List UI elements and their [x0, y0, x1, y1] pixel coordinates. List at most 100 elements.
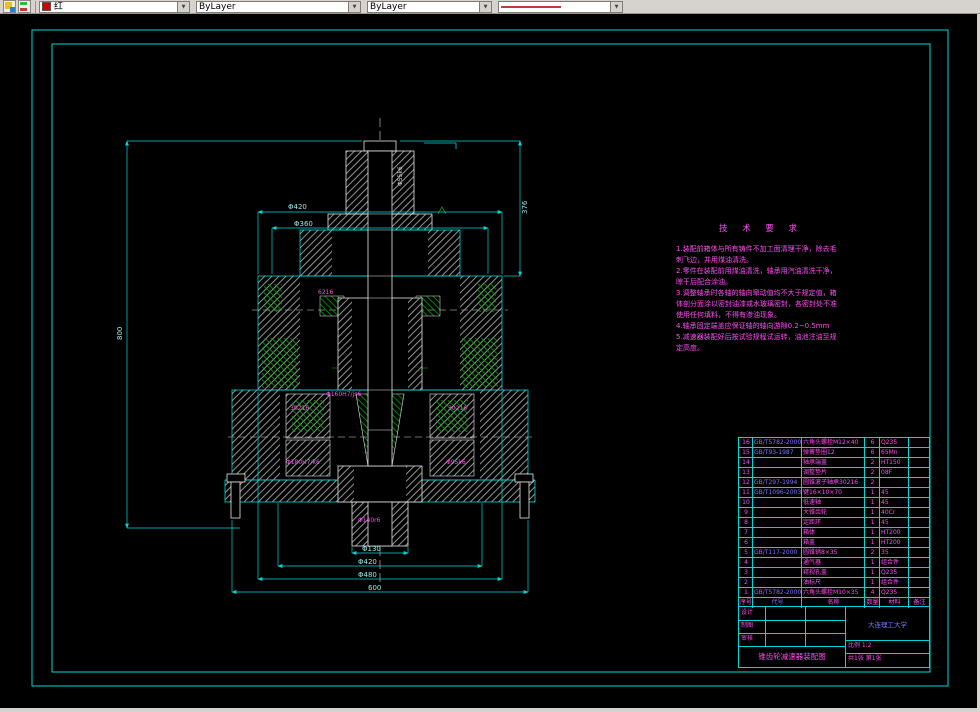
- cell-no: 1: [739, 588, 753, 597]
- label-hub-fit: Φ55k6: [397, 166, 404, 186]
- cell-material: Q235: [880, 568, 909, 577]
- cell-note: [909, 438, 929, 447]
- cell-qty: 1: [865, 528, 880, 537]
- cell-no: 4: [739, 558, 753, 567]
- label-bearing-left: 30216: [290, 405, 309, 412]
- dim-text-base-width: 600: [368, 584, 381, 592]
- cell-note: [909, 458, 929, 467]
- cell-material: 40Cr: [880, 508, 909, 517]
- chevron-down-icon[interactable]: ▼: [177, 1, 189, 12]
- lineweight-select[interactable]: ByLayer ▼: [367, 0, 492, 13]
- cell-qty: 2: [865, 468, 880, 477]
- cell-qty: 2: [865, 478, 880, 487]
- technical-requirement-line: 定高度。: [676, 344, 704, 352]
- cell-no: 7: [739, 528, 753, 537]
- cell-code: [753, 508, 802, 517]
- cell-qty: 6: [865, 448, 880, 457]
- cell-name: 键16×10×70: [802, 488, 865, 497]
- technical-requirement-line: 5.减速器装配好后按试验规程试运转，油池注油至规: [676, 333, 837, 341]
- cell-name: 圆锥滚子轴承30216: [802, 478, 865, 487]
- cell-note: [909, 468, 929, 477]
- cell-note: [909, 558, 929, 567]
- cell-name: 轴承端盖: [802, 458, 865, 467]
- cell-no: 8: [739, 518, 753, 527]
- cell-no: 5: [739, 548, 753, 557]
- cell-code: [753, 578, 802, 587]
- table-row: 16 GB/T5782-2000 六角头螺栓M12×40 6 Q235: [739, 438, 929, 448]
- dim-text-top-outer: Φ420: [288, 203, 307, 211]
- sheet-count-cell: 共1张 第1张: [848, 655, 882, 662]
- technical-requirement-line: 晾干后配合涂油。: [676, 278, 732, 286]
- label-fit-right: Φ95k6: [446, 459, 466, 466]
- cell-qty: 1: [865, 578, 880, 587]
- cell-name: 圆锥销8×35: [802, 548, 865, 557]
- cell-qty: 2: [865, 458, 880, 467]
- cell-note: [909, 528, 929, 537]
- cell-no: 16: [739, 438, 753, 447]
- titleblock-row-drafter: 制图: [741, 622, 754, 629]
- cell-no: 11: [739, 488, 753, 497]
- cell-note: [909, 488, 929, 497]
- cell-material: HT200: [880, 538, 909, 547]
- table-row: 9 大锥齿轮 1 40Cr: [739, 508, 929, 518]
- color-select[interactable]: ByLayer ▼: [196, 0, 361, 13]
- cell-code: [753, 458, 802, 467]
- label-bearing-upper: 6216: [318, 289, 333, 296]
- cad-application-window: 红 ▼ ByLayer ▼ ByLayer ▼ ▼ 800 376 Φ420 Φ…: [0, 0, 980, 712]
- table-row: 14 轴承端盖 2 HT150: [739, 458, 929, 468]
- cell-note: [909, 478, 929, 487]
- cell-qty: 1: [865, 538, 880, 547]
- layer-properties-icon[interactable]: [3, 0, 16, 13]
- cell-material: 45: [880, 488, 909, 497]
- cell-qty: 1: [865, 508, 880, 517]
- cell-qty: 1: [865, 488, 880, 497]
- cell-name: 调整垫片: [802, 468, 865, 477]
- table-row: 12 GB/T297-1994 圆锥滚子轴承30216 2: [739, 478, 929, 488]
- cell-material: HT150: [880, 458, 909, 467]
- cell-name: 定距环: [802, 518, 865, 527]
- main-shaft: [367, 150, 393, 467]
- cell-note: [909, 498, 929, 507]
- cell-code: [753, 528, 802, 537]
- layer-select[interactable]: 红 ▼: [39, 0, 190, 13]
- technical-requirements: 技 术 要 求 1.装配前箱体与所有铸件不加工面清理干净，除去毛 刺飞边，并用煤油…: [676, 222, 846, 354]
- cell-qty: 1: [865, 518, 880, 527]
- table-row: 4 通气器 1 组合件: [739, 558, 929, 568]
- cell-code: GB/T1096-2003: [754, 488, 802, 497]
- cell-code: [753, 538, 802, 547]
- chevron-down-icon[interactable]: ▼: [348, 1, 360, 12]
- table-row: 6 箱盖 1 HT200: [739, 538, 929, 548]
- layers-icon[interactable]: [18, 0, 31, 13]
- technical-requirement-line: 刺飞边，并用煤油清洗。: [676, 256, 753, 264]
- technical-requirement-line: 2.零件在装配前用煤油清洗，轴承用汽油清洗干净，: [676, 267, 837, 275]
- cell-code: GB/T297-1994: [753, 478, 802, 487]
- titleblock-row-checker: 审核: [741, 635, 754, 642]
- cell-no: 2: [739, 578, 753, 587]
- cell-qty: 1: [865, 558, 880, 567]
- cell-note: [909, 548, 929, 557]
- cell-no: 13: [739, 468, 753, 477]
- cell-note: [909, 518, 929, 527]
- cell-code: [753, 468, 802, 477]
- cell-no: 3: [739, 568, 753, 577]
- label-shaft-fit: Φ140r6: [358, 517, 381, 524]
- cell-note: [909, 508, 929, 517]
- chevron-down-icon[interactable]: ▼: [610, 1, 622, 12]
- cell-qty: 1: [865, 498, 880, 507]
- scale-cell: 比例 1:2: [848, 642, 872, 649]
- dim-text-overall-height: 800: [116, 327, 124, 340]
- cell-no: 6: [739, 538, 753, 547]
- cell-material: 65Mn: [880, 448, 909, 457]
- cell-material: 组合件: [880, 558, 909, 567]
- cell-note: [909, 588, 929, 597]
- table-row: 11 GB/T1096-2003 键16×10×70 1 45: [739, 488, 929, 498]
- chevron-down-icon[interactable]: ▼: [479, 1, 491, 12]
- dim-text-top-inner: Φ360: [294, 220, 313, 228]
- technical-requirement-line: 体剖分面涂以密封油漆或水玻璃密封，各密封处不准: [676, 300, 837, 308]
- linetype-select[interactable]: ▼: [498, 0, 623, 13]
- label-gear-fit: Φ160H7/js6: [326, 391, 361, 398]
- technical-requirement-line: 4.轴承固定端盖应保证轴的轴向游隙0.2~0.5mm: [676, 322, 830, 330]
- cell-name: 弹簧垫圈12: [802, 448, 865, 457]
- dim-text-upper-height: 376: [521, 200, 529, 214]
- table-row: 10 低速轴 1 45: [739, 498, 929, 508]
